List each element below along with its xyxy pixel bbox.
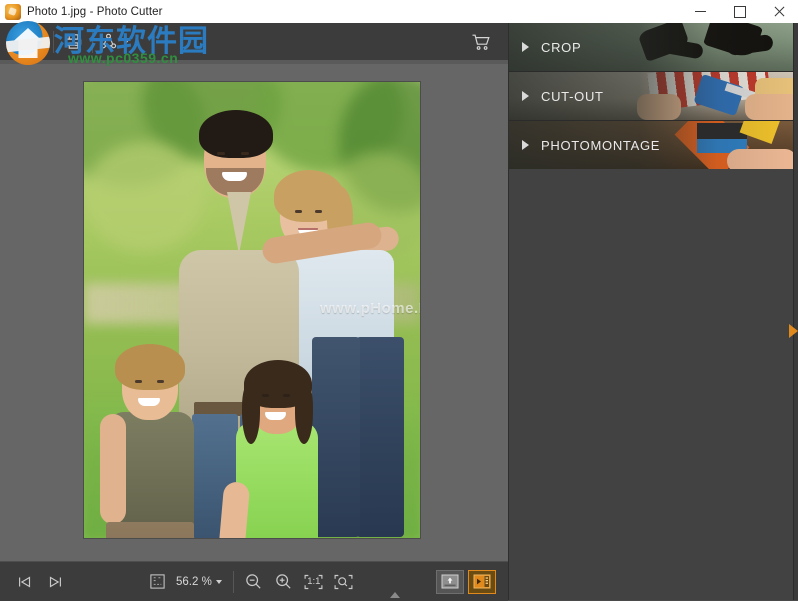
- maximize-icon: [733, 5, 746, 18]
- accordion-crop[interactable]: CROP: [509, 23, 798, 72]
- tools-panel-edge: [793, 23, 798, 600]
- toolbar-divider: [53, 30, 54, 53]
- accordion-label-crop: CROP: [541, 39, 582, 55]
- accordion-label-photomontage: PHOTOMONTAGE: [541, 137, 661, 153]
- image-canvas[interactable]: www.pHome.NET 河东软件园 www.pc0359.cn: [0, 64, 508, 561]
- boy-shorts: [106, 522, 194, 538]
- bottom-toolbar: 56.2 % 1:1: [0, 561, 508, 601]
- minimize-button[interactable]: [681, 0, 720, 23]
- mother-eye: [315, 210, 322, 213]
- shopping-cart-icon: [472, 34, 490, 50]
- cart-button[interactable]: [464, 27, 498, 57]
- father-hair: [199, 110, 273, 158]
- share-button[interactable]: [95, 27, 121, 57]
- application-window: Photo 1.jpg - Photo Cutter www.pHome. 河东…: [0, 0, 798, 601]
- foliage-blob: [84, 142, 204, 252]
- triangle-right-icon: [522, 42, 529, 52]
- zoom-out-button[interactable]: [239, 568, 269, 596]
- father-smile: [222, 172, 247, 181]
- triangle-right-icon: [522, 91, 529, 101]
- skip-previous-icon: [19, 575, 31, 588]
- app-icon: [5, 3, 21, 20]
- fit-to-window-button[interactable]: [329, 568, 359, 596]
- watermark-logo-icon: [6, 64, 50, 65]
- title-bar: Photo 1.jpg - Photo Cutter: [0, 0, 798, 24]
- girl-hair-side: [242, 382, 260, 444]
- save-floppy-icon: [26, 33, 42, 50]
- split-view-icon: [473, 574, 491, 589]
- watermark-overlay: 河东软件园 www.pc0359.cn: [6, 64, 221, 70]
- magnifier-plus-icon: [276, 574, 291, 589]
- window-controls: [681, 0, 798, 23]
- accordion-photomontage[interactable]: PHOTOMONTAGE: [509, 121, 798, 170]
- tools-panel-body: [509, 169, 798, 600]
- girl-eye: [262, 394, 269, 397]
- cutout-panel-row: CUT-OUT: [509, 72, 798, 120]
- window-title: Photo 1.jpg - Photo Cutter: [27, 5, 163, 18]
- mother-eye: [295, 210, 302, 213]
- toolbar-divider: [92, 30, 93, 53]
- main-toolbar: [0, 23, 508, 60]
- close-icon: [773, 6, 784, 17]
- minimize-icon: [695, 11, 706, 12]
- magnifier-minus-icon: [246, 574, 261, 589]
- view-single-button[interactable]: [436, 569, 464, 594]
- previous-image-button[interactable]: [10, 568, 40, 596]
- father-eye: [217, 152, 225, 155]
- zoom-selection-icon: [149, 574, 165, 589]
- accordion-label-cut-out: CUT-OUT: [541, 88, 604, 104]
- zoom-level-value[interactable]: 56.2 %: [176, 576, 212, 588]
- zoom-selection-button[interactable]: [142, 568, 172, 596]
- chevron-down-icon[interactable]: [123, 39, 129, 44]
- print-button[interactable]: [56, 27, 90, 57]
- save-button[interactable]: [17, 27, 51, 57]
- photo-image[interactable]: www.pHome.NET: [84, 82, 420, 538]
- father-eye: [241, 152, 249, 155]
- share-network-icon: [100, 33, 116, 49]
- girl-hair-side: [295, 382, 313, 444]
- scroll-marker: [390, 592, 400, 598]
- chevron-down-icon[interactable]: [215, 579, 222, 584]
- single-view-icon: [441, 574, 459, 589]
- boy-eye: [135, 380, 142, 383]
- mother-jeans: [356, 337, 404, 537]
- view-split-button[interactable]: [468, 569, 496, 594]
- print-icon: [65, 34, 81, 49]
- next-image-button[interactable]: [40, 568, 70, 596]
- skip-next-icon: [49, 575, 61, 588]
- panel-collapse-arrow-icon[interactable]: [789, 324, 798, 338]
- actual-size-label: 1:1: [307, 576, 321, 587]
- boy-eye: [157, 380, 164, 383]
- watermark-phome: www.pHome.NET: [320, 300, 420, 317]
- watermark-site-url: www.pc0359.cn: [68, 64, 178, 66]
- photomontage-panel-row: PHOTOMONTAGE: [509, 121, 798, 169]
- boy-arm: [100, 414, 126, 524]
- bottom-divider: [232, 570, 234, 593]
- girl-eye: [283, 394, 290, 397]
- tools-panel: CROP CUT-OUT PHOTOMONTAGE: [508, 23, 798, 600]
- triangle-right-icon: [522, 140, 529, 150]
- toolbar-divider: [14, 30, 15, 53]
- mother-jeans: [312, 337, 360, 537]
- close-button[interactable]: [759, 0, 798, 23]
- zoom-in-button[interactable]: [269, 568, 299, 596]
- accordion-cut-out[interactable]: CUT-OUT: [509, 72, 798, 121]
- girl-smile: [265, 412, 286, 420]
- crop-panel-row: CROP: [509, 23, 798, 71]
- actual-size-button[interactable]: 1:1: [299, 568, 329, 596]
- boy-hair: [115, 344, 185, 390]
- maximize-button[interactable]: [720, 0, 759, 23]
- magnifier-fit-icon: [334, 574, 353, 589]
- boy-smile: [138, 398, 160, 406]
